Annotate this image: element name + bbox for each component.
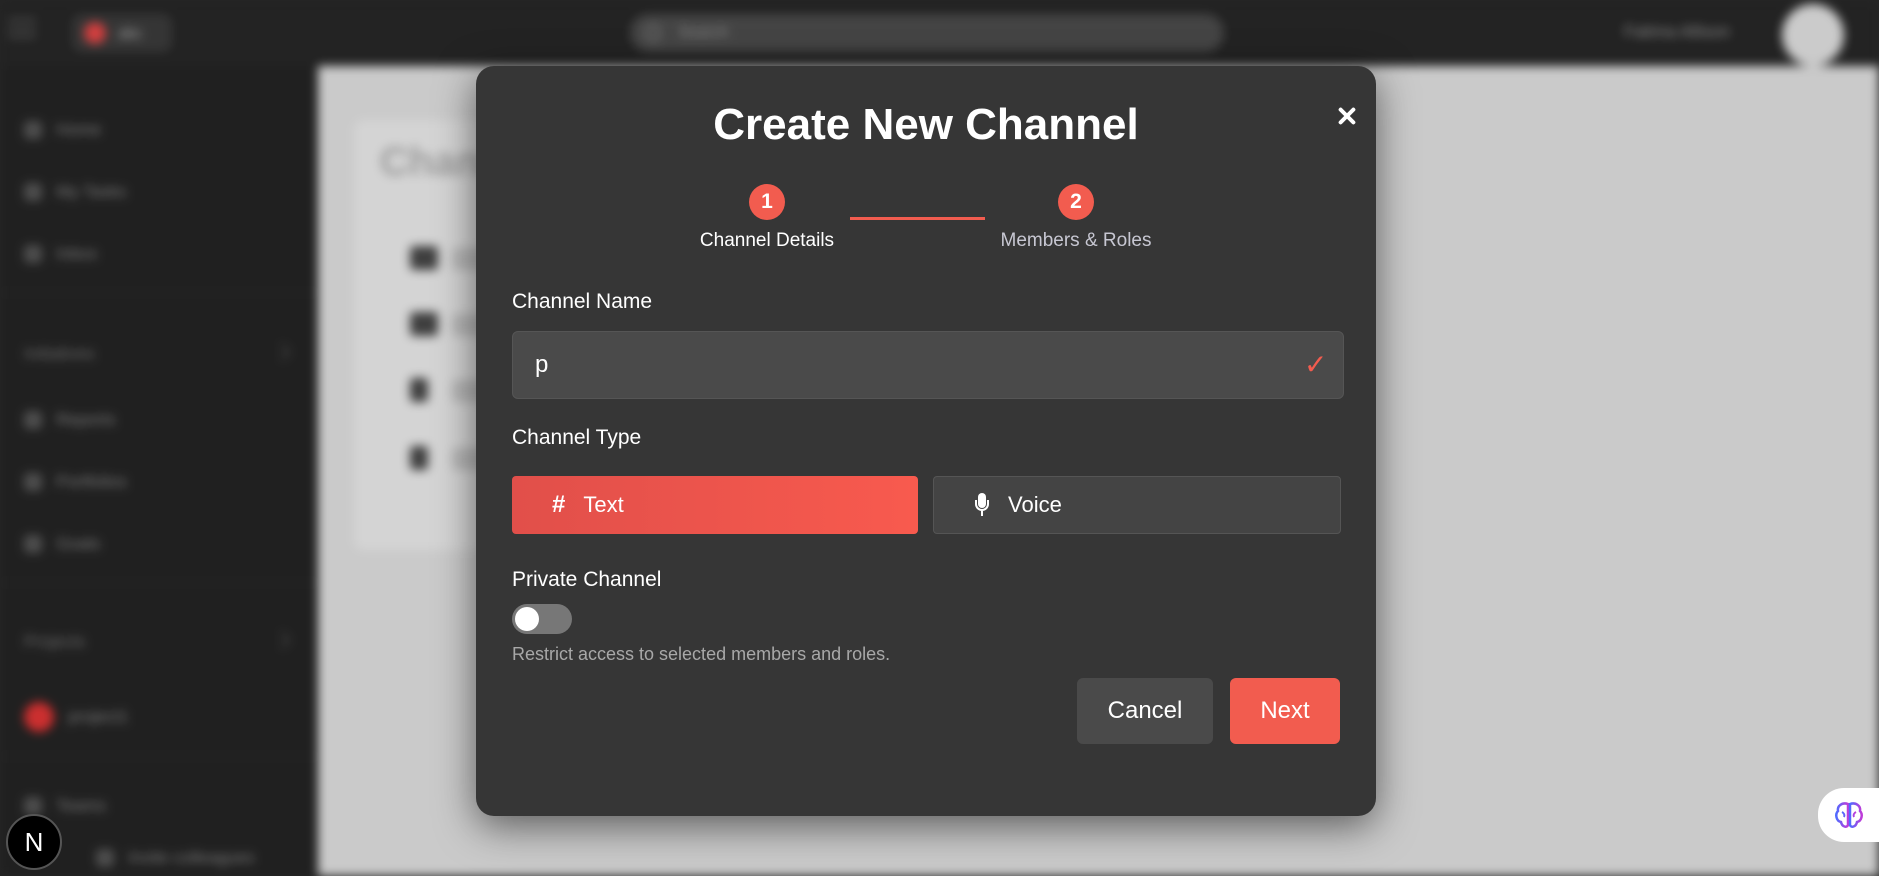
step-connector [850, 217, 985, 220]
channel-type-label-voice: Voice [1008, 492, 1062, 517]
step-number: 1 [749, 184, 785, 220]
channel-type-voice-button[interactable]: Voice [933, 476, 1341, 534]
step-label: Members & Roles [1000, 230, 1152, 251]
modal-title: Create New Channel [713, 100, 1139, 149]
channel-type-text-button[interactable]: # Text [512, 476, 918, 534]
private-channel-label: Private Channel [512, 568, 662, 591]
channel-type-label: Channel Type [512, 426, 642, 449]
create-channel-modal: Create New Channel 1 Channel Details 2 M… [476, 66, 1376, 816]
hash-icon: # [552, 491, 566, 518]
brain-icon [1835, 802, 1863, 828]
dev-tools-logo[interactable]: N [6, 814, 62, 870]
close-icon[interactable] [1332, 100, 1364, 132]
channel-name-input[interactable] [512, 331, 1344, 399]
step-members-roles: 2 Members & Roles [976, 184, 1176, 252]
private-channel-toggle[interactable] [512, 604, 572, 634]
channel-type-label-text: Text [583, 492, 624, 517]
cancel-button[interactable]: Cancel [1077, 678, 1213, 744]
step-channel-details: 1 Channel Details [667, 184, 867, 252]
step-number: 2 [1058, 184, 1094, 220]
toggle-knob [515, 607, 539, 631]
ai-assistant-button[interactable] [1818, 788, 1879, 842]
private-channel-helper: Restrict access to selected members and … [512, 644, 891, 664]
next-button[interactable]: Next [1230, 678, 1340, 744]
checkmark-icon: ✓ [1304, 349, 1328, 380]
microphone-icon [974, 493, 990, 517]
step-label: Channel Details [699, 230, 835, 251]
channel-name-label: Channel Name [512, 290, 653, 313]
